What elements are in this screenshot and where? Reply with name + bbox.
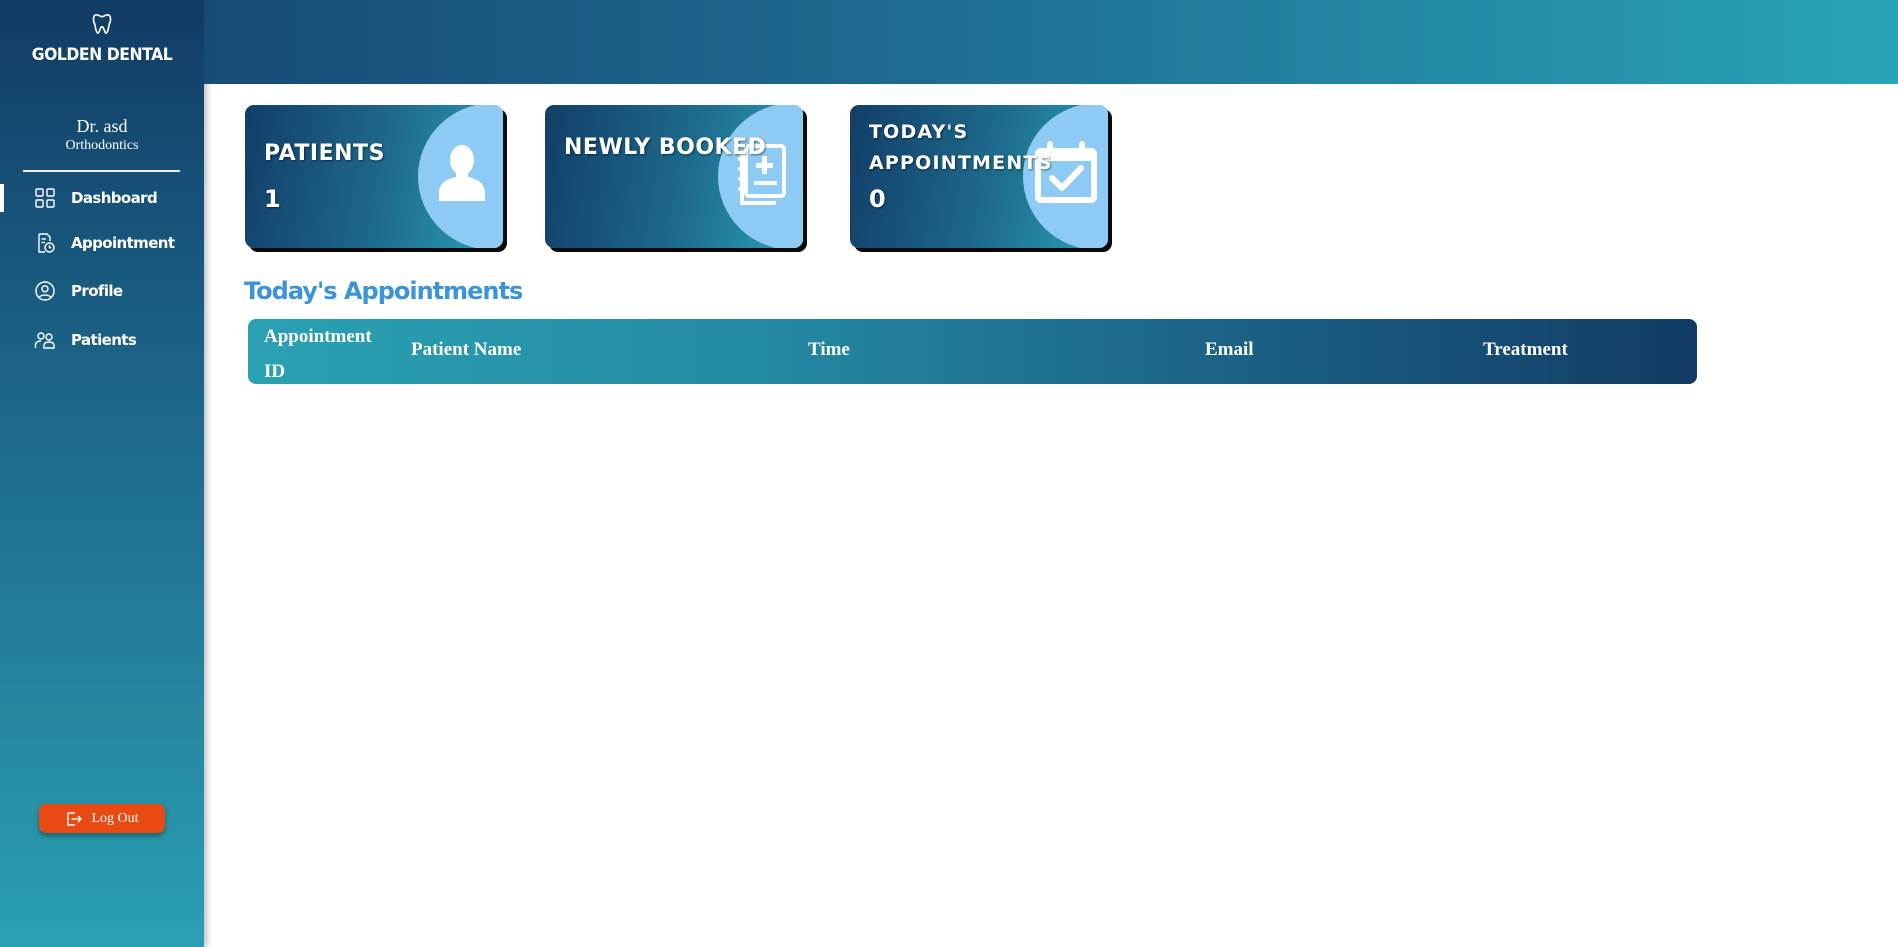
sidebar-item-label: Appointment <box>71 234 175 252</box>
sidebar-item-appointment[interactable]: Appointment <box>0 225 204 261</box>
doctor-name: Dr. asd <box>76 116 128 136</box>
user-silhouette-icon <box>439 145 485 201</box>
column-header-appointment-id: Appointment ID <box>264 326 372 382</box>
card-value: 0 <box>869 185 886 213</box>
tooth-icon <box>92 14 112 34</box>
sidebar-item-patients[interactable]: Patients <box>0 322 204 358</box>
doctor-specialty: Orthodontics <box>65 138 139 153</box>
sidebar: GOLDEN DENTAL Dr. asd Orthodontics Dashb… <box>0 0 204 947</box>
column-header-treatment: Treatment <box>1483 339 1568 360</box>
top-bar <box>204 0 1898 84</box>
logout-label: Log Out <box>91 810 139 826</box>
card-title: PATIENTS <box>264 141 385 166</box>
brand-name: GOLDEN DENTAL <box>31 45 173 65</box>
appointment-icon <box>38 233 55 253</box>
appointments-table-header: Appointment ID Patient Name Time Email T… <box>248 319 1697 384</box>
column-header-email: Email <box>1205 339 1254 360</box>
card-title-line1: TODAY'S <box>869 121 969 143</box>
card-title: NEWLY BOOKED <box>564 135 767 160</box>
todays-appointments-card[interactable]: TODAY'S APPOINTMENTS 0 <box>850 105 1108 248</box>
section-title: Today's Appointments <box>244 277 523 305</box>
user-circle-icon <box>35 281 55 301</box>
logout-button[interactable]: Log Out <box>39 804 165 833</box>
sidebar-item-label: Dashboard <box>71 189 158 207</box>
sidebar-item-dashboard[interactable]: Dashboard <box>0 180 204 216</box>
users-icon <box>34 332 55 349</box>
card-value: 1 <box>264 185 281 213</box>
sidebar-item-label: Patients <box>71 331 137 349</box>
sidebar-item-profile[interactable]: Profile <box>0 273 204 309</box>
column-header-patient-name: Patient Name <box>411 339 522 360</box>
column-header-time: Time <box>808 339 850 360</box>
brand: GOLDEN DENTAL <box>0 12 204 65</box>
doctor-info: Dr. asd Orthodontics <box>0 116 204 154</box>
card-title-line2: APPOINTMENTS <box>869 152 1053 174</box>
logout-icon <box>67 811 83 826</box>
grid-icon <box>35 188 55 208</box>
sidebar-divider <box>23 170 180 172</box>
patients-card[interactable]: PATIENTS 1 <box>245 105 503 248</box>
newly-booked-card[interactable]: NEWLY BOOKED <box>545 105 803 248</box>
sidebar-item-label: Profile <box>71 282 123 300</box>
